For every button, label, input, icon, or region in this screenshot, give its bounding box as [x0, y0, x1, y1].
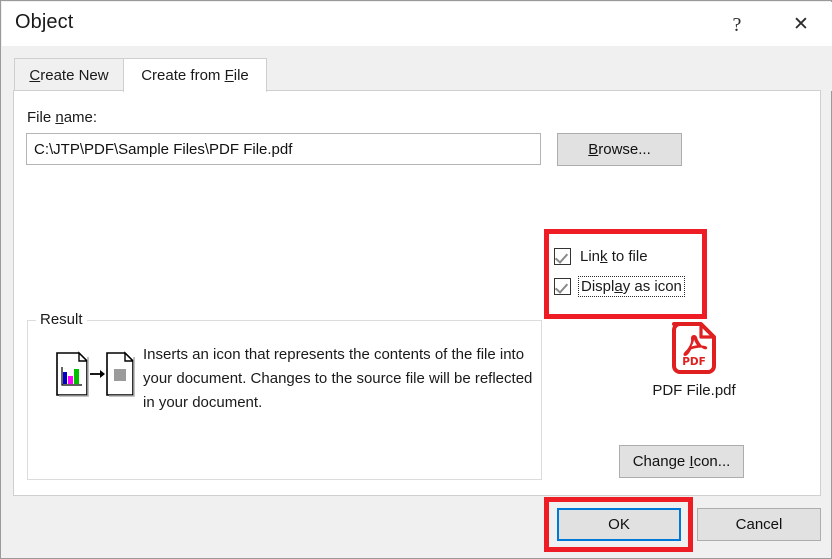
browse-button-label: Browse...: [588, 141, 651, 158]
change-icon-button-label: Change Icon...: [632, 453, 731, 470]
tab-strip: Create New Create from File: [2, 46, 832, 92]
filename-label: File name:: [27, 109, 98, 126]
dialog-titlebar: Object ? ✕: [2, 2, 832, 46]
help-icon: ?: [732, 13, 742, 36]
cancel-button[interactable]: Cancel: [697, 508, 821, 541]
result-description: Inserts an icon that represents the cont…: [143, 346, 533, 411]
close-button[interactable]: ✕: [778, 3, 824, 46]
filename-input[interactable]: [26, 133, 541, 165]
svg-text:PDF: PDF: [682, 356, 706, 368]
checkbox-link-to-file[interactable]: Link to file: [554, 241, 694, 271]
dialog-title: Object: [15, 11, 74, 33]
checkmark-icon[interactable]: [554, 247, 571, 265]
ok-button[interactable]: OK: [557, 508, 681, 541]
tab-create-new[interactable]: Create New: [14, 58, 124, 91]
help-button[interactable]: ?: [714, 3, 760, 46]
tab-create-from-file[interactable]: Create from File: [123, 58, 267, 92]
preview-filename: PDF File.pdf: [652, 382, 736, 399]
pdf-file-icon: PDF: [672, 322, 716, 374]
ok-button-label: OK: [608, 516, 630, 533]
checkbox-display-as-icon-label: Display as icon: [578, 275, 685, 297]
cancel-button-label: Cancel: [735, 516, 783, 533]
document-to-icon-illustration: [56, 351, 135, 397]
tab-create-new-label: Create New: [29, 66, 109, 84]
checkbox-link-to-file-label: Link to file: [580, 247, 648, 265]
checkmark-icon[interactable]: [554, 277, 571, 295]
browse-button[interactable]: Browse...: [557, 133, 682, 166]
options-group: Link to file Display as icon: [554, 241, 694, 301]
change-icon-button[interactable]: Change Icon...: [619, 445, 744, 478]
close-icon: ✕: [793, 13, 809, 35]
tab-content-panel: File name: Browse... Link to file Displa…: [13, 90, 821, 496]
result-group: Result Inserts an icon that represents t…: [27, 311, 542, 480]
checkbox-display-as-icon[interactable]: Display as icon: [554, 271, 694, 301]
tab-create-from-file-label: Create from File: [141, 67, 249, 84]
icon-preview: PDF PDF File.pdf: [614, 320, 774, 399]
result-group-legend: Result: [36, 311, 87, 328]
object-dialog: Object ? ✕ Create New Create from File F…: [0, 0, 832, 559]
